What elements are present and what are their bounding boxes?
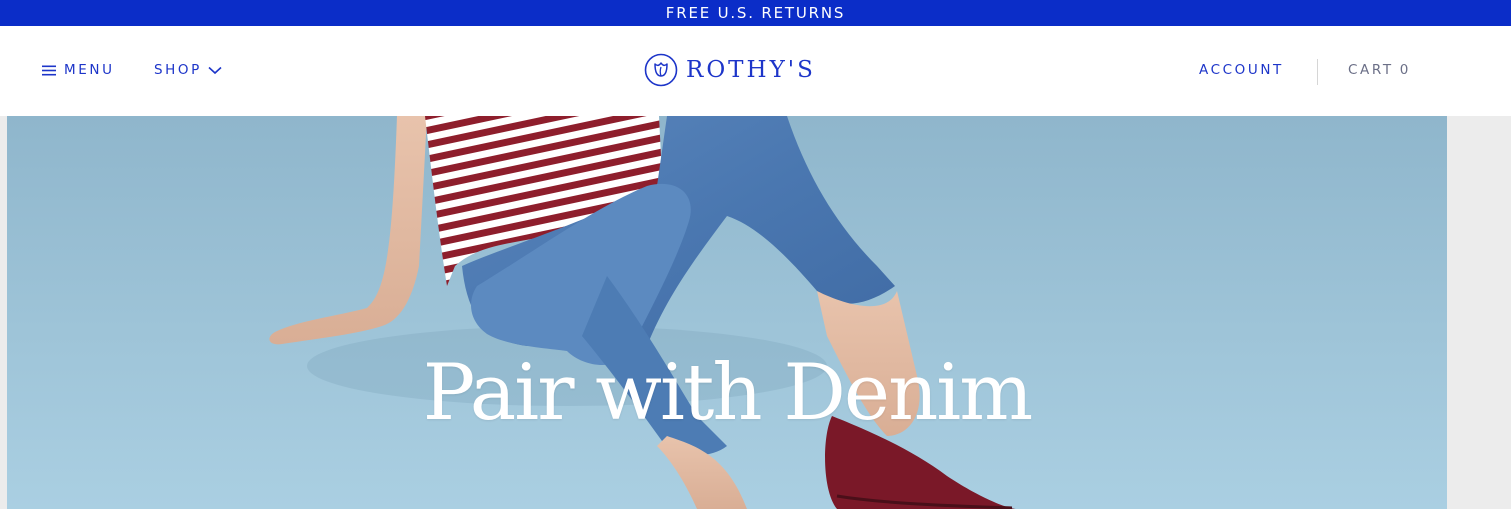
- promo-text: FREE U.S. RETURNS: [665, 4, 846, 22]
- cart-link[interactable]: CART 0: [1348, 62, 1411, 78]
- account-link[interactable]: ACCOUNT: [1199, 62, 1284, 78]
- promo-bar: FREE U.S. RETURNS: [0, 0, 1511, 26]
- hero-image: [269, 116, 1017, 509]
- menu-button[interactable]: MENU: [42, 62, 115, 78]
- hamburger-icon: [42, 65, 56, 76]
- account-label: ACCOUNT: [1199, 62, 1284, 78]
- chevron-down-icon: [208, 66, 222, 75]
- menu-label: MENU: [64, 62, 115, 78]
- hero-banner[interactable]: Pair with Denim: [7, 116, 1447, 509]
- hero-title: Pair with Denim: [422, 348, 1033, 438]
- shop-label: SHOP: [154, 62, 202, 78]
- rothys-logo[interactable]: ROTHY'S: [644, 53, 816, 87]
- tulip-logo-icon: [644, 53, 678, 87]
- cart-label: CART: [1348, 62, 1394, 78]
- shop-dropdown[interactable]: SHOP: [154, 62, 222, 78]
- cart-count: 0: [1399, 62, 1411, 78]
- header-divider: [1317, 59, 1318, 85]
- site-header: MENU SHOP ROTHY'S ACCOUNT CART 0: [0, 26, 1511, 116]
- logo-wordmark: ROTHY'S: [686, 56, 816, 83]
